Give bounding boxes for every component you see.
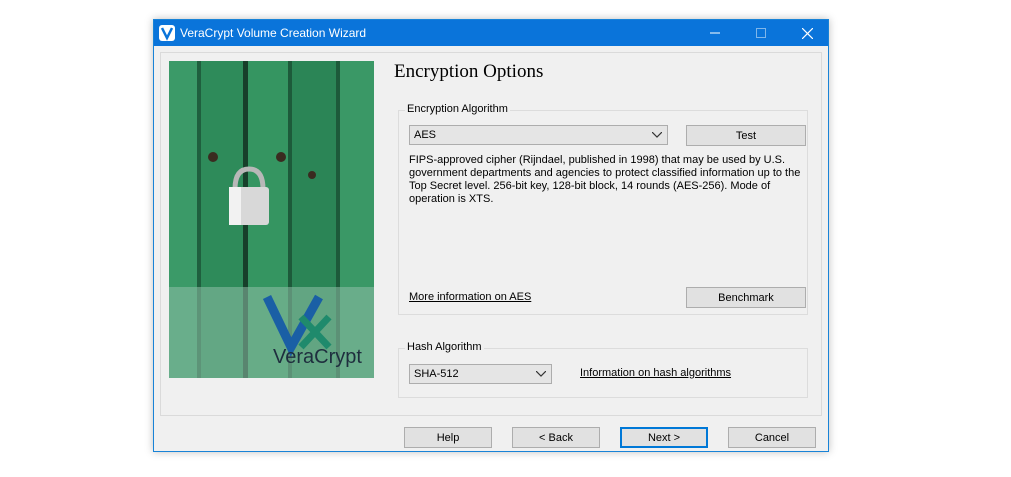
wizard-content: VeraCrypt Encryption Options Encryption … <box>160 52 822 416</box>
chevron-down-icon <box>536 371 546 377</box>
hash-selected-value: SHA-512 <box>414 368 459 380</box>
cancel-button[interactable]: Cancel <box>728 427 816 448</box>
minimize-button[interactable] <box>692 20 738 46</box>
veracrypt-app-icon <box>159 25 175 41</box>
close-button[interactable] <box>784 20 830 46</box>
minimize-icon <box>710 32 720 34</box>
encryption-algorithm-select[interactable]: AES <box>409 125 668 145</box>
banner-brand-text: VeraCrypt <box>273 346 362 368</box>
hash-algorithm-group: Hash Algorithm SHA-512 Information on ha… <box>398 341 808 398</box>
hash-algorithm-select[interactable]: SHA-512 <box>409 364 552 384</box>
close-icon <box>801 27 813 39</box>
help-button[interactable]: Help <box>404 427 492 448</box>
hash-group-label: Hash Algorithm <box>405 341 484 353</box>
page-title: Encryption Options <box>394 61 544 82</box>
hash-info-link[interactable]: Information on hash algorithms <box>580 367 731 379</box>
encryption-algorithm-group: Encryption Algorithm AES Test FIPS-appro… <box>398 103 808 315</box>
encryption-group-label: Encryption Algorithm <box>405 103 510 115</box>
encryption-description: FIPS-approved cipher (Rijndael, publishe… <box>409 154 801 205</box>
encryption-selected-value: AES <box>414 129 437 141</box>
more-info-aes-link[interactable]: More information on AES <box>409 291 531 303</box>
window-title: VeraCrypt Volume Creation Wizard <box>180 26 367 40</box>
maximize-icon <box>756 28 766 38</box>
maximize-button <box>738 20 784 46</box>
title-bar[interactable]: VeraCrypt Volume Creation Wizard <box>154 20 828 46</box>
next-button[interactable]: Next > <box>620 427 708 448</box>
back-button[interactable]: < Back <box>512 427 600 448</box>
benchmark-button[interactable]: Benchmark <box>686 287 806 308</box>
wizard-window: VeraCrypt Volume Creation Wizard VeraCry… <box>153 19 829 452</box>
banner-image: VeraCrypt <box>169 61 374 378</box>
chevron-down-icon <box>652 132 662 138</box>
test-button[interactable]: Test <box>686 125 806 146</box>
